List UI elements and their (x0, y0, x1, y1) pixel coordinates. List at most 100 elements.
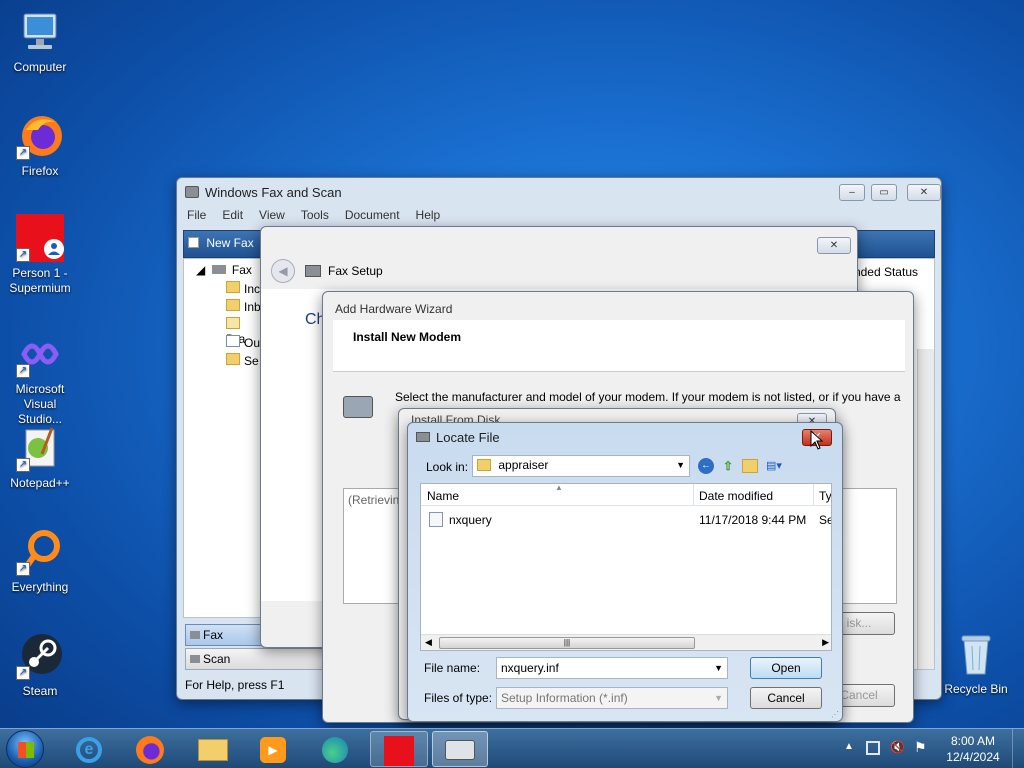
column-type[interactable]: Ty (819, 489, 831, 503)
look-in-dropdown[interactable]: appraiser ▼ (472, 455, 690, 477)
taskbar-ie[interactable]: e (62, 731, 118, 767)
new-folder-icon[interactable] (742, 459, 758, 473)
desktop-icon-notepadpp[interactable]: ↗ Notepad++ (4, 424, 76, 490)
desktop-icon-everything[interactable]: ↗ Everything (4, 528, 76, 594)
file-row[interactable]: nxquery 11/17/2018 9:44 PM Se (421, 510, 831, 530)
taskbar-firefox[interactable] (122, 731, 178, 767)
tab-fax-label: Fax (203, 628, 224, 642)
new-fax-label: New Fax (206, 236, 254, 250)
menu-file[interactable]: File (187, 208, 206, 222)
document-icon (226, 335, 240, 347)
tree-root-fax[interactable]: ◢ Fax (196, 263, 252, 277)
taskbar-supermium[interactable] (370, 731, 428, 767)
file-name-input[interactable]: nxquery.inf ▼ (496, 657, 728, 679)
have-disk-label: isk... (846, 616, 872, 630)
firefox-icon (136, 736, 164, 764)
open-button[interactable]: Open (750, 657, 822, 679)
sort-arrow-icon: ▲ (555, 483, 563, 492)
menu-help[interactable]: Help (416, 208, 441, 222)
volume-muted-icon[interactable]: 🔇 (890, 740, 905, 754)
close-button[interactable]: ✕ (907, 184, 941, 201)
minimize-button[interactable]: – (839, 184, 865, 201)
taskbar-fax-scan[interactable] (432, 731, 488, 767)
show-desktop-button[interactable] (1012, 729, 1024, 768)
taskbar-edge[interactable] (308, 731, 364, 767)
view-menu-icon[interactable]: ▤▾ (766, 459, 792, 473)
clock-time: 8:00 AM (950, 734, 996, 748)
fax-tab-icon (190, 631, 200, 639)
column-date-modified[interactable]: Date modified (699, 489, 773, 503)
desktop-icon-label: Recycle Bin (944, 682, 1008, 696)
file-type-dropdown[interactable]: Setup Information (*.inf) ▼ (496, 687, 728, 709)
menu-view[interactable]: View (259, 208, 285, 222)
fax-setup-title: Fax Setup (328, 264, 383, 278)
start-button[interactable] (6, 730, 44, 768)
clock-date: 12/4/2024 (946, 750, 1000, 764)
setup-file-icon (429, 512, 443, 527)
show-hidden-icons[interactable]: ▲ (844, 741, 854, 752)
back-button[interactable]: ◀ (271, 259, 295, 283)
taskbar-explorer[interactable] (186, 731, 242, 767)
new-fax-icon (188, 237, 199, 248)
menu-tools[interactable]: Tools (301, 208, 329, 222)
desktop-icon-label: Computer (13, 60, 67, 74)
edge-icon (322, 737, 348, 763)
column-name[interactable]: Name (427, 489, 459, 503)
file-name-value: nxquery.inf (501, 661, 559, 675)
tree-item-label: Se (244, 354, 259, 368)
steam-icon: ↗ (16, 632, 64, 680)
taskbar: e ▶ ▲ 🔇 ⚑ 8:00 AM 12/4/2024 (0, 728, 1024, 768)
desktop-icon-visual-studio[interactable]: ↗ Microsoft Visual Studio... (4, 330, 76, 427)
chevron-down-icon: ▼ (714, 693, 723, 703)
taskbar-media-player[interactable]: ▶ (246, 731, 302, 767)
file-type-label: Files of type: (424, 691, 493, 705)
menu-edit[interactable]: Edit (222, 208, 243, 222)
new-fax-button[interactable]: New Fax (188, 236, 254, 250)
tree-item-outbox[interactable]: Ou (226, 335, 260, 350)
fax-icon (445, 740, 475, 760)
network-icon[interactable] (866, 741, 880, 755)
desktop-icon-recycle-bin[interactable]: Recycle Bin (940, 630, 1012, 696)
cancel-label: Cancel (767, 691, 805, 705)
look-in-value: appraiser (498, 458, 549, 472)
resize-grip-icon[interactable]: ⋰ (831, 710, 839, 719)
wizard-cancel-label: Cancel (840, 688, 878, 702)
windows-logo-icon (18, 742, 34, 758)
vertical-scrollbar[interactable] (917, 349, 934, 669)
desktop-icon-computer[interactable]: Computer (4, 8, 76, 74)
menu-document[interactable]: Document (345, 208, 400, 222)
tree-item-inbox[interactable]: Inc (226, 281, 260, 296)
desktop-icon-firefox[interactable]: ↗ Firefox (4, 112, 76, 178)
tree-item-inbox2[interactable]: Inb (226, 299, 261, 314)
scroll-right-icon[interactable]: ▶ (822, 637, 829, 648)
desktop-icon-label: Steam (22, 684, 58, 698)
flag-icon[interactable]: ⚑ (914, 739, 927, 756)
fax-setup-close-button[interactable]: ✕ (817, 237, 851, 254)
tree-item-label: Inb (244, 300, 261, 314)
file-name-label: File name: (424, 661, 481, 675)
tab-scan[interactable]: Scan (185, 648, 325, 670)
fax-titlebar: Windows Fax and Scan (177, 178, 941, 206)
up-folder-icon[interactable]: ⇧ (720, 458, 736, 474)
status-bar: For Help, press F1 (185, 678, 285, 692)
tab-fax[interactable]: Fax (185, 624, 265, 646)
supermium-icon (384, 736, 414, 766)
shortcut-arrow-icon: ↗ (16, 666, 30, 680)
desktop-icon-supermium[interactable]: ↗ Person 1 - Supermium (4, 214, 76, 296)
pencil-icon (226, 317, 240, 329)
file-list-header: Name ▲ Date modified Ty (421, 483, 831, 506)
cancel-button[interactable]: Cancel (750, 687, 822, 709)
tree-item-sent[interactable]: Se (226, 353, 259, 368)
horizontal-scrollbar[interactable]: ◀ ||| ▶ (421, 634, 831, 650)
folder-icon (226, 353, 240, 365)
back-nav-icon[interactable]: ← (698, 458, 714, 474)
maximize-button[interactable]: ▭ (871, 184, 897, 201)
file-type: Se (819, 513, 831, 527)
scroll-left-icon[interactable]: ◀ (425, 637, 432, 648)
scroll-thumb[interactable]: ||| (439, 637, 695, 649)
wizard-description: Select the manufacturer and model of you… (395, 390, 901, 404)
fax-app-icon (185, 186, 199, 198)
desktop-icon-label: Person 1 - Supermium (9, 266, 71, 295)
clock[interactable]: 8:00 AM 12/4/2024 (938, 733, 1008, 765)
desktop-icon-steam[interactable]: ↗ Steam (4, 632, 76, 698)
